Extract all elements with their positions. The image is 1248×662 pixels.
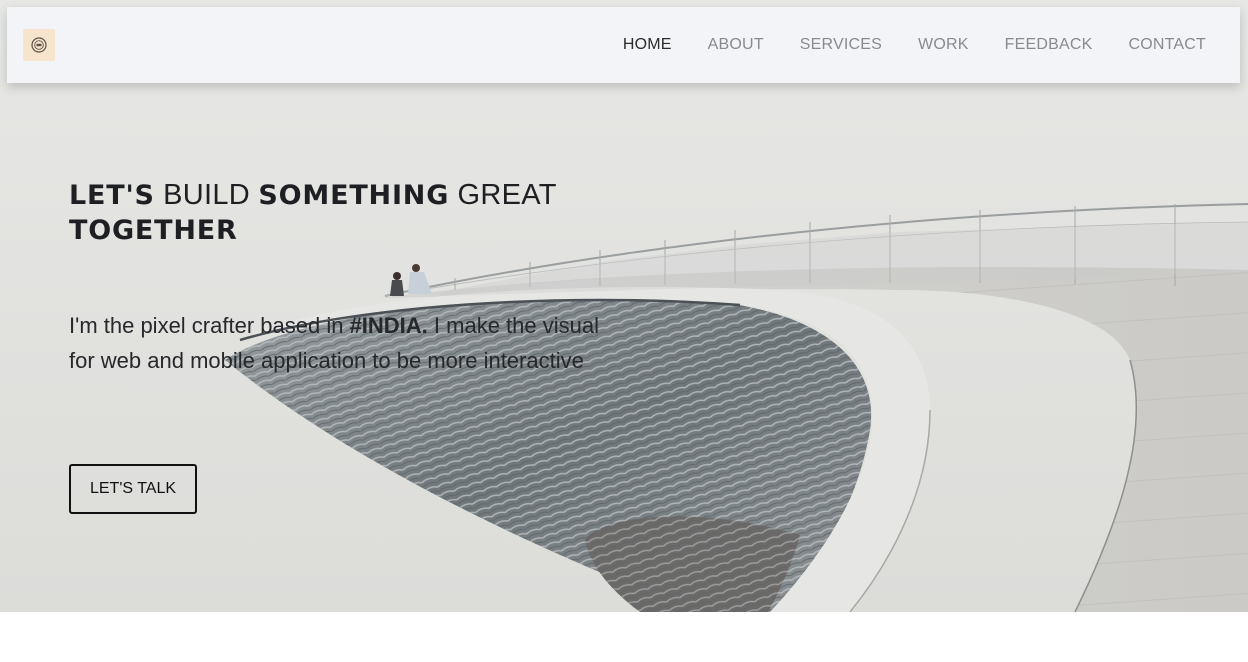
nav-item-feedback[interactable]: FEEDBACK bbox=[987, 36, 1111, 54]
nav-item-services[interactable]: SERVICES bbox=[782, 36, 900, 54]
headline-word: SOMETHING bbox=[258, 180, 450, 211]
nav-item-contact[interactable]: CONTACT bbox=[1110, 36, 1224, 54]
hero-section: LET'S BUILD SOMETHING GREAT TOGETHER I'm … bbox=[0, 0, 1248, 612]
site-logo[interactable] bbox=[23, 29, 55, 61]
intro-location-highlight: #INDIA. bbox=[349, 313, 428, 338]
headline-word: TOGETHER bbox=[69, 215, 238, 246]
top-navbar: HOME ABOUT SERVICES WORK FEEDBACK CONTAC… bbox=[7, 7, 1240, 83]
nav-item-work[interactable]: WORK bbox=[900, 36, 987, 54]
hero-intro-text: I'm the pixel crafter based in #INDIA. I… bbox=[69, 308, 599, 378]
headline-word: GREAT bbox=[457, 179, 557, 211]
hero-headline: LET'S BUILD SOMETHING GREAT TOGETHER bbox=[69, 178, 609, 248]
lets-talk-button[interactable]: LET'S TALK bbox=[69, 464, 197, 514]
headline-word: BUILD bbox=[163, 179, 251, 211]
nav-item-about[interactable]: ABOUT bbox=[690, 36, 782, 54]
hero-text-block: LET'S BUILD SOMETHING GREAT TOGETHER I'm … bbox=[69, 178, 609, 378]
headline-word: LET'S bbox=[69, 180, 155, 211]
badge-logo-icon bbox=[31, 37, 47, 53]
nav-item-home[interactable]: HOME bbox=[605, 36, 690, 54]
main-nav: HOME ABOUT SERVICES WORK FEEDBACK CONTAC… bbox=[605, 7, 1224, 83]
intro-text-part: I'm the pixel crafter based in bbox=[69, 313, 350, 338]
